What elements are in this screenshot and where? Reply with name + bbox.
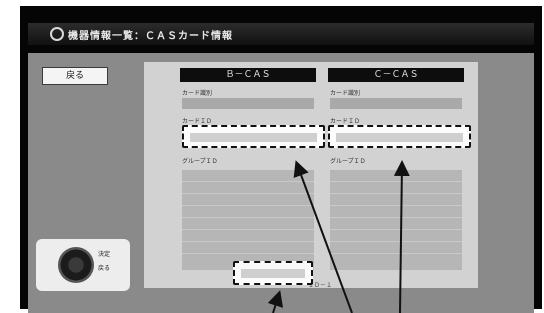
header-bar: 機器情報一覧：ＣＡＳカード情報	[28, 23, 534, 45]
list-row	[330, 182, 462, 194]
remote-key-select: 決定	[98, 251, 111, 258]
group-list	[330, 170, 462, 270]
field-value	[182, 98, 314, 109]
list-row	[330, 206, 462, 218]
list-row	[182, 194, 314, 206]
list-row	[182, 230, 314, 242]
list-row	[182, 170, 314, 182]
field-label: グループＩＤ	[182, 158, 218, 165]
list-row	[182, 218, 314, 230]
screen: 機器情報一覧：ＣＡＳカード情報 戻る 決定 戻る Ｂ－ＣＡＳ カード識別 カード…	[0, 0, 544, 313]
card-header: Ｂ－ＣＡＳ	[180, 68, 316, 82]
remote-key-back: 戻る	[98, 265, 111, 272]
cas-info-panel: Ｂ－ＣＡＳ カード識別 カードＩＤ グループＩＤ Ｃ－ＣＡＳ カード識別 カード…	[144, 62, 478, 289]
back-button[interactable]: 戻る	[42, 67, 108, 85]
card-header: Ｃ－ＣＡＳ	[328, 68, 464, 82]
field-label: カードＩＤ	[330, 118, 361, 125]
card-column-ccas: Ｃ－ＣＡＳ カード識別 カードＩＤ グループＩＤ	[328, 68, 464, 284]
list-row	[330, 170, 462, 182]
list-row	[330, 194, 462, 206]
list-row	[182, 182, 314, 194]
callout-box-ccas-id	[328, 125, 471, 148]
list-row	[330, 218, 462, 230]
list-row	[182, 206, 314, 218]
callout-box-bottom	[233, 261, 313, 285]
callout-box-bcas-id	[182, 125, 325, 148]
list-row	[182, 242, 314, 254]
group-list	[182, 170, 314, 270]
field-label: カード識別	[182, 90, 213, 97]
field-value	[330, 98, 462, 109]
remote-dial-icon	[58, 247, 94, 283]
callout-highlight	[336, 133, 463, 142]
list-row	[330, 230, 462, 242]
field-label: カード識別	[330, 90, 361, 97]
field-label: グループＩＤ	[330, 158, 366, 165]
field-label: カードＩＤ	[182, 118, 213, 125]
card-column-bcas: Ｂ－ＣＡＳ カード識別 カードＩＤ グループＩＤ	[180, 68, 316, 284]
callout-highlight	[190, 133, 317, 142]
page-title: 機器情報一覧：ＣＡＳカード情報	[68, 31, 233, 42]
callout-highlight	[241, 269, 305, 278]
list-row	[330, 242, 462, 254]
menu-icon	[50, 27, 64, 41]
remote-guide: 決定 戻る	[36, 239, 130, 291]
